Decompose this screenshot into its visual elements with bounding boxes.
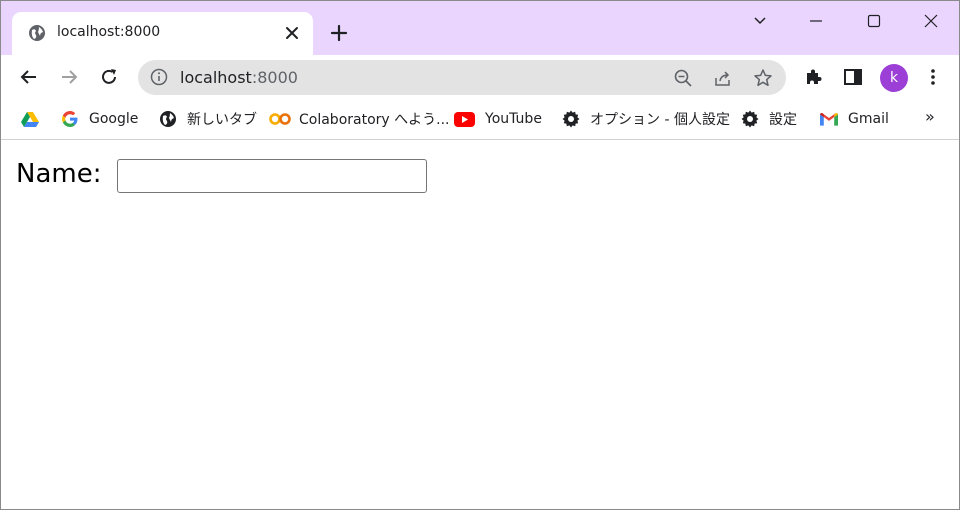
address-bar[interactable]: localhost:8000 (138, 60, 786, 95)
share-icon[interactable] (713, 68, 733, 88)
close-icon (924, 14, 938, 28)
plus-icon[interactable] (327, 21, 351, 45)
tab-search-button[interactable] (745, 9, 775, 33)
tab-strip: localhost:8000 (1, 1, 959, 55)
arrow-left-icon (20, 70, 36, 84)
close-window-button[interactable] (916, 9, 946, 33)
google-drive-icon (21, 110, 39, 128)
bookmark-google[interactable]: Google (61, 109, 138, 129)
bookmark-label: 設定 (769, 112, 797, 128)
bookmarks-bar: Google 新しいタブ Colaboratory へよう... YouTube… (1, 99, 959, 140)
tab-close-icon[interactable] (284, 25, 300, 41)
bookmark-label: YouTube (485, 111, 542, 127)
gmail-icon (820, 110, 838, 128)
colab-icon (269, 110, 291, 128)
bookmark-label: 新しいタブ (187, 112, 257, 128)
globe-icon (29, 25, 45, 41)
gear-icon (562, 110, 580, 128)
globe-icon (159, 110, 177, 128)
bookmark-new-tab[interactable]: 新しいタブ (159, 109, 257, 129)
minimize-icon (810, 20, 822, 22)
bookmark-youtube[interactable]: YouTube (454, 109, 542, 129)
bookmark-gmail[interactable]: Gmail (820, 109, 889, 129)
bookmarks-overflow-button[interactable]: » (925, 107, 935, 126)
toolbar: localhost:8000 k (1, 55, 959, 99)
name-label: Name: (16, 159, 102, 189)
bookmark-colaboratory[interactable]: Colaboratory へよう... (269, 109, 450, 129)
forward-button[interactable] (57, 65, 81, 89)
puzzle-icon (807, 69, 822, 84)
bookmark-settings[interactable]: 設定 (741, 109, 797, 129)
side-panel-button[interactable] (841, 65, 865, 89)
side-panel-icon (844, 69, 862, 85)
profile-avatar[interactable]: k (880, 64, 908, 92)
star-icon[interactable] (753, 68, 773, 88)
zoom-out-icon[interactable] (673, 68, 693, 88)
maximize-button[interactable] (859, 9, 889, 33)
youtube-icon (454, 110, 475, 128)
back-button[interactable] (17, 65, 41, 89)
page-content: Name: (1, 141, 959, 509)
browser-window: localhost:8000 localhost:8000 k Google 新… (0, 0, 960, 510)
maximize-icon (867, 14, 881, 28)
extensions-button[interactable] (801, 65, 825, 89)
url-text[interactable]: localhost:8000 (180, 68, 298, 87)
google-icon (61, 110, 79, 128)
more-vert-icon (931, 69, 935, 85)
info-icon[interactable] (150, 68, 168, 86)
chevron-down-icon (754, 17, 766, 25)
arrow-right-icon (62, 70, 78, 84)
menu-button[interactable] (921, 65, 945, 89)
bookmark-label: オプション - 個人設定 (590, 112, 730, 128)
tab-title: localhost:8000 (57, 24, 161, 40)
minimize-button[interactable] (801, 9, 831, 33)
tab-localhost[interactable]: localhost:8000 (12, 12, 313, 55)
bookmark-label: Colaboratory へよう... (299, 112, 450, 128)
bookmark-options[interactable]: オプション - 個人設定 (562, 109, 730, 129)
name-input[interactable] (117, 159, 427, 193)
reload-icon (102, 69, 116, 84)
bookmark-google-drive[interactable] (21, 109, 49, 129)
reload-button[interactable] (97, 65, 121, 89)
bookmark-label: Gmail (848, 111, 889, 127)
bookmark-label: Google (89, 111, 139, 127)
gear-icon (741, 110, 759, 128)
